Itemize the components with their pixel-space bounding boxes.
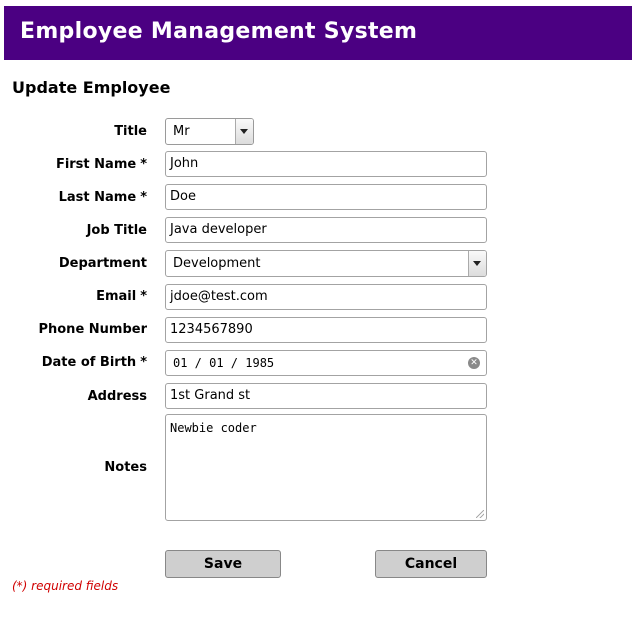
address-label: Address	[87, 389, 147, 404]
required-mark: *	[140, 157, 147, 172]
last-name-input[interactable]: Doe	[165, 184, 487, 210]
address-input[interactable]: 1st Grand st	[165, 383, 487, 409]
app-header: Employee Management System	[4, 6, 632, 60]
required-mark: *	[140, 190, 147, 205]
phone-label: Phone Number	[38, 322, 147, 337]
notes-textarea[interactable]: Newbie coder	[165, 414, 487, 521]
email-label: Email *	[96, 289, 147, 304]
required-mark: *	[140, 289, 147, 304]
email-input[interactable]: jdoe@test.com	[165, 284, 487, 310]
department-select-value: Development	[173, 256, 261, 271]
save-button[interactable]: Save	[165, 550, 281, 578]
dob-label: Date of Birth *	[41, 355, 147, 370]
clear-icon[interactable]: ✕	[468, 357, 480, 369]
chevron-down-icon[interactable]	[235, 119, 253, 144]
phone-input[interactable]: 1234567890	[165, 317, 487, 343]
first-name-input[interactable]: John	[165, 151, 487, 177]
last-name-label: Last Name *	[58, 190, 147, 205]
notes-label: Notes	[104, 460, 147, 475]
required-fields-note: (*) required fields	[12, 579, 119, 593]
resize-grip-icon[interactable]	[476, 510, 484, 518]
department-select[interactable]: Development	[165, 250, 487, 277]
title-label: Title	[114, 124, 147, 139]
cancel-button[interactable]: Cancel	[375, 550, 487, 578]
dob-value: 01 / 01 / 1985	[173, 356, 275, 370]
app-title: Employee Management System	[20, 19, 418, 44]
chevron-down-icon[interactable]	[468, 251, 486, 276]
title-select-value: Mr	[173, 124, 190, 139]
dob-input[interactable]: 01 / 01 / 1985 ✕	[165, 350, 487, 376]
required-mark: *	[140, 355, 147, 370]
department-label: Department	[58, 256, 147, 271]
page-title: Update Employee	[12, 78, 171, 97]
first-name-label: First Name *	[55, 157, 147, 172]
title-select[interactable]: Mr	[165, 118, 254, 145]
job-title-label: Job Title	[86, 223, 147, 238]
notes-value: Newbie coder	[170, 421, 257, 435]
job-title-input[interactable]: Java developer	[165, 217, 487, 243]
